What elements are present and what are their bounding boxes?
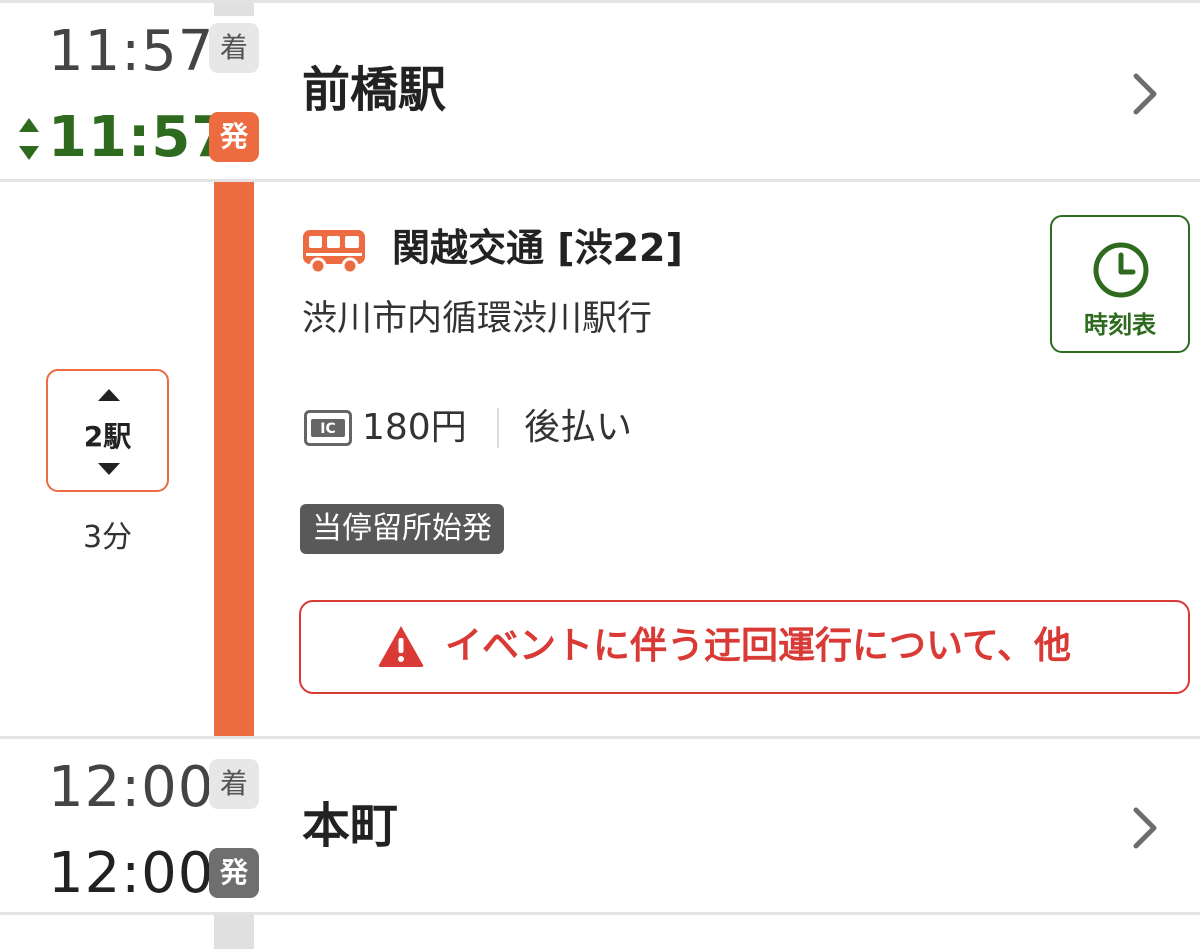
updown-arrows-icon xyxy=(19,118,39,160)
departure-time: 12:00 xyxy=(48,841,215,906)
payment-type: 後払い xyxy=(524,407,633,448)
expand-down-icon xyxy=(98,463,120,475)
divider xyxy=(0,179,1200,182)
chevron-right-icon xyxy=(1133,807,1157,849)
route-line xyxy=(214,182,254,738)
line-name: 関越交通 [渋22] xyxy=(392,226,683,270)
divider xyxy=(0,0,1200,3)
departure-badge: 発 xyxy=(209,848,259,898)
destination: 渋川市内循環渋川駅行 xyxy=(302,299,653,339)
stops-count: 2駅 xyxy=(83,420,132,453)
departure-badge: 発 xyxy=(209,112,259,162)
service-alert-button[interactable]: イベントに伴う迂回運行について、他 xyxy=(299,600,1190,694)
svg-text:IC: IC xyxy=(320,421,335,437)
station-name: 本町 xyxy=(302,798,399,854)
clock-icon xyxy=(1093,242,1149,298)
ic-card-icon: IC xyxy=(304,410,352,446)
alert-text: イベントに伴う迂回運行について、他 xyxy=(445,624,1072,667)
arrival-time: 11:57 xyxy=(48,19,215,84)
intermediate-stops-toggle[interactable]: 2駅 xyxy=(46,369,169,492)
bus-icon xyxy=(303,230,365,274)
station-name: 前橋駅 xyxy=(302,62,447,118)
arrival-badge: 着 xyxy=(209,23,259,73)
chevron-right-icon xyxy=(1133,73,1157,115)
departure-time: 11:57 xyxy=(48,105,232,170)
timetable-label: 時刻表 xyxy=(1084,311,1156,339)
divider xyxy=(0,912,1200,915)
arrival-time: 12:00 xyxy=(48,755,215,820)
separator xyxy=(497,408,499,448)
divider xyxy=(0,736,1200,739)
origin-tag: 当停留所始発 xyxy=(300,504,504,554)
fare: 180円 xyxy=(362,407,467,448)
timetable-button[interactable]: 時刻表 xyxy=(1050,215,1190,353)
ride-duration: 3分 xyxy=(82,520,133,555)
expand-up-icon xyxy=(98,389,120,401)
warning-icon xyxy=(378,626,424,667)
timeline-segment-next xyxy=(214,914,254,949)
arrival-badge: 着 xyxy=(209,759,259,809)
